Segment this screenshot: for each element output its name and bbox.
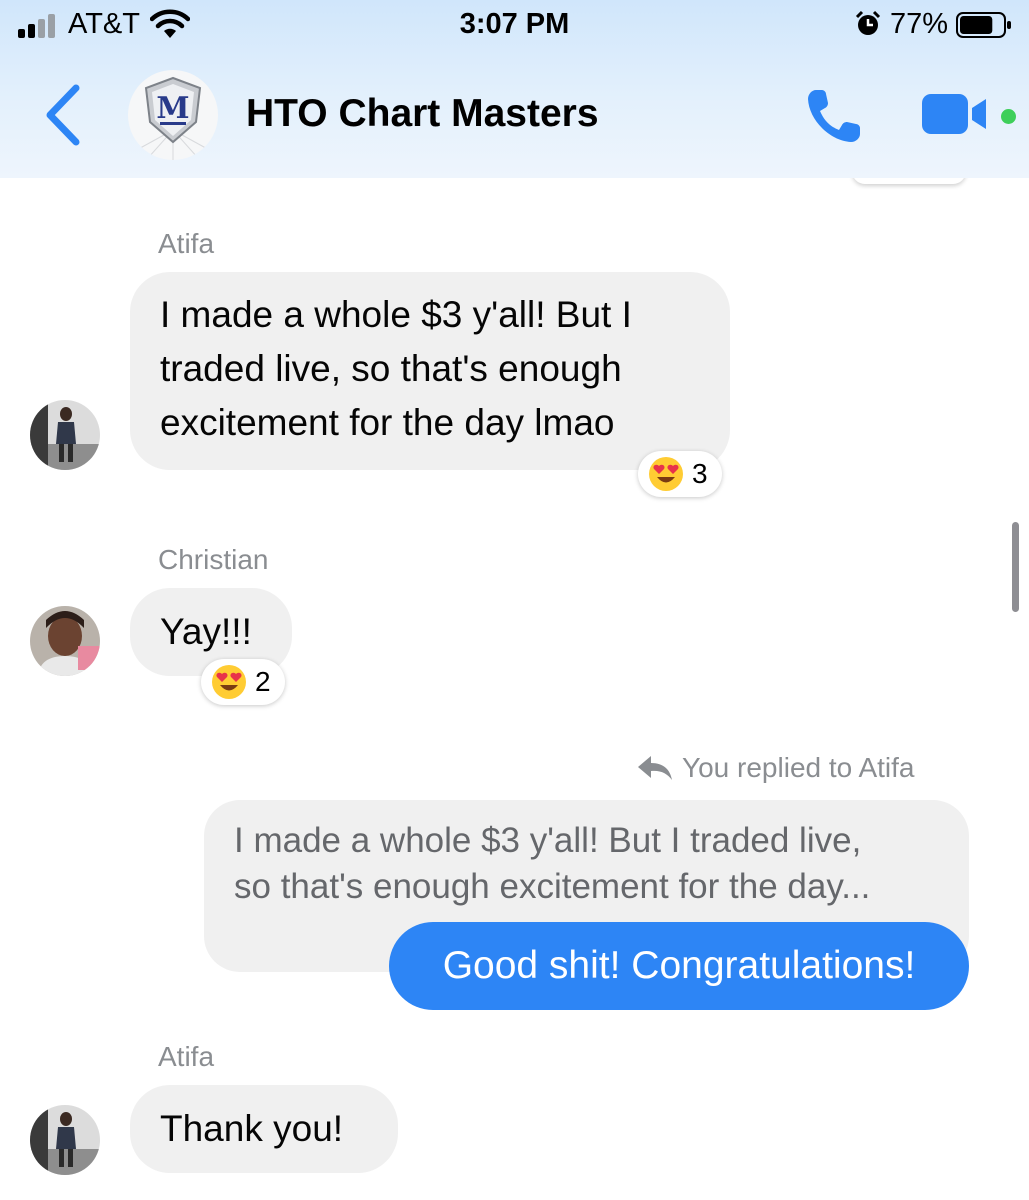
group-avatar[interactable]: M (128, 70, 218, 160)
outgoing-message-bubble[interactable]: Good shit! Congratulations! (389, 922, 969, 1010)
group-name[interactable]: HTO Chart Masters (246, 92, 599, 136)
previous-reaction-badge[interactable] (852, 178, 966, 184)
chevron-left-icon[interactable] (40, 80, 90, 150)
message-line: excitement for the day lmao (160, 402, 615, 443)
chat-header: AT&T 3:07 PM 77% M HTO Chart Masters (0, 0, 1029, 178)
battery-percent: 77% (890, 8, 949, 40)
message-line: Yay!!! (160, 611, 252, 652)
phone-icon[interactable] (802, 84, 866, 148)
battery-icon (956, 12, 1011, 38)
sender-name: Atifa (158, 1041, 215, 1072)
conversation[interactable]: Atifa I made a whole $3 y'all! But I tra… (0, 178, 1029, 1200)
reaction-count: 2 (255, 666, 271, 697)
quoted-line: so that's enough excitement for the day.… (234, 867, 871, 906)
alarm-clock-icon (855, 10, 881, 35)
heart-eyes-emoji (212, 665, 246, 699)
scrollbar[interactable] (1012, 522, 1019, 612)
video-camera-icon[interactable] (920, 90, 992, 138)
heart-eyes-emoji (649, 457, 683, 491)
active-status-dot (1001, 109, 1016, 124)
reply-indicator: You replied to Atifa (636, 752, 914, 784)
avatar[interactable] (30, 606, 100, 676)
sender-name: Atifa (158, 228, 215, 259)
quoted-line: I made a whole $3 y'all! But I traded li… (234, 821, 862, 860)
status-bar: AT&T 3:07 PM 77% (0, 0, 1029, 52)
reaction-count: 3 (692, 458, 708, 489)
avatar[interactable] (30, 400, 100, 470)
sender-name: Christian (158, 544, 269, 575)
message-bubble[interactable]: I made a whole $3 y'all! But I traded li… (130, 272, 730, 470)
reply-note-text: You replied to Atifa (682, 752, 915, 783)
reply-arrow-icon (638, 756, 672, 780)
logo-letter: M (156, 91, 189, 126)
avatar[interactable] (30, 1105, 100, 1175)
shield-logo-icon: M (132, 76, 214, 160)
message-bubble[interactable]: Thank you! (130, 1085, 398, 1173)
message-line: traded live, so that's enough (160, 348, 622, 389)
reaction-badge[interactable]: 2 (201, 659, 285, 705)
reaction-badge[interactable]: 3 (638, 451, 722, 497)
message-line: Thank you! (160, 1108, 344, 1149)
message-line: I made a whole $3 y'all! But I (160, 294, 632, 335)
